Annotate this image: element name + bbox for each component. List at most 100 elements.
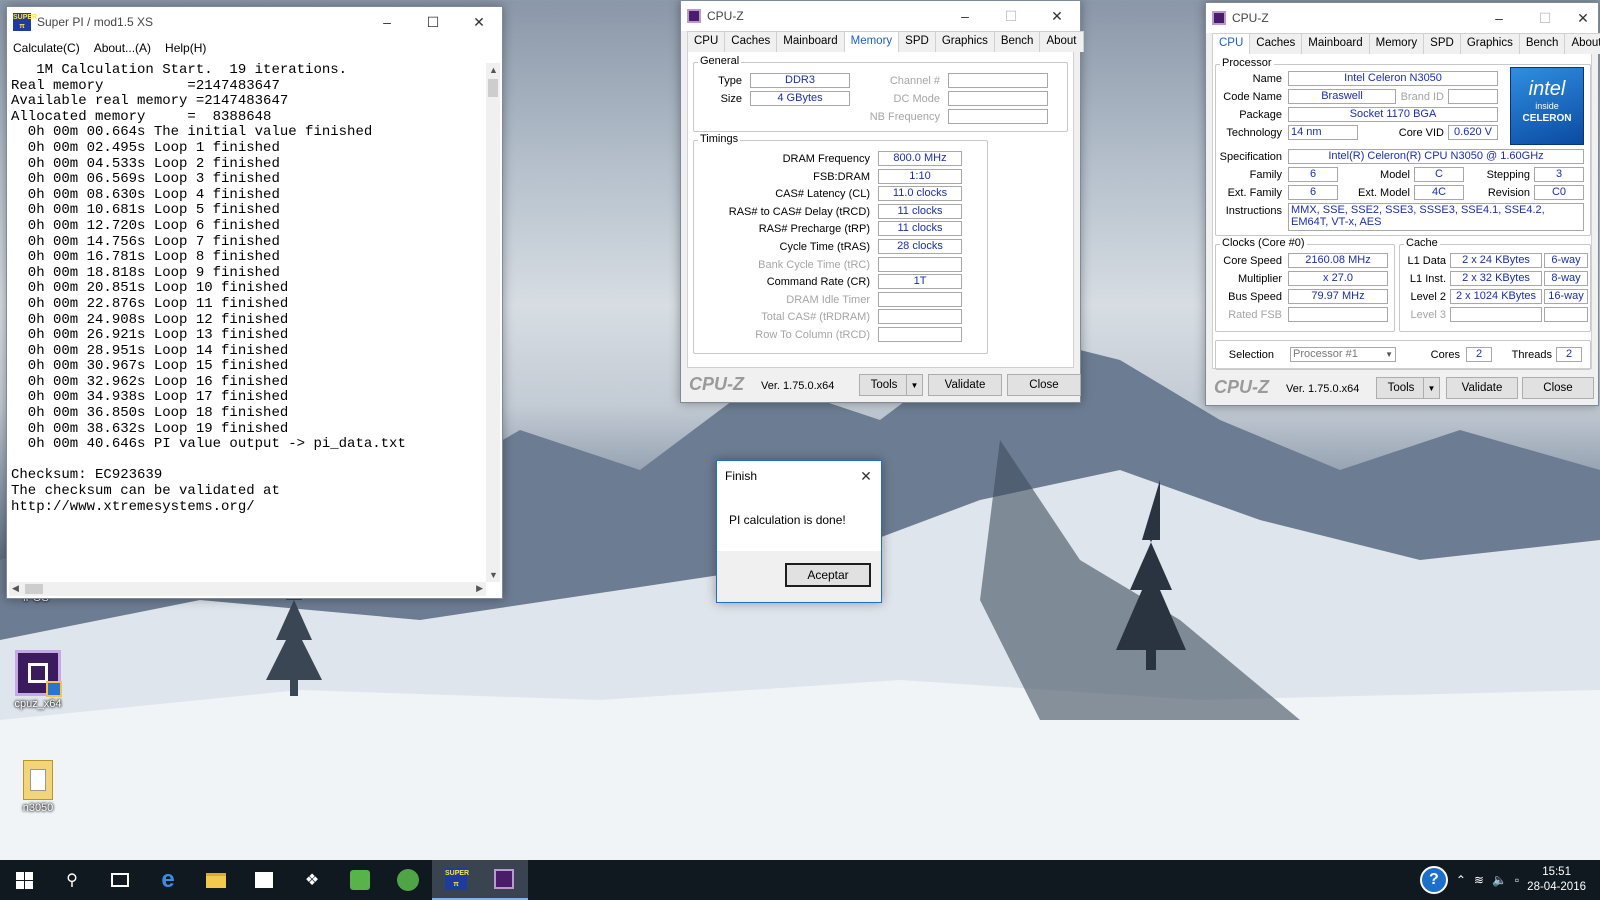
cpuz-memory-window[interactable]: CPU-Z – ☐ ✕ CPU Caches Mainboard Memory … xyxy=(680,0,1084,403)
tab-about[interactable]: About xyxy=(1039,31,1084,52)
validate-button[interactable]: Validate xyxy=(1446,377,1518,399)
maximize-button: ☐ xyxy=(1538,9,1552,26)
scroll-thumb[interactable] xyxy=(488,79,498,97)
scroll-left-icon[interactable]: ◀ xyxy=(12,583,19,594)
dialog-body: PI calculation is done! xyxy=(717,491,881,551)
dropbox-icon[interactable]: ❖ xyxy=(288,860,336,900)
scroll-thumb[interactable] xyxy=(25,584,43,594)
superpi-taskbar-button[interactable]: SUPER π xyxy=(432,860,480,900)
edge-icon[interactable]: e xyxy=(144,860,192,900)
close-button[interactable]: ✕ xyxy=(1568,3,1598,33)
instructions-value: MMX, SSE, SSE2, SSE3, SSSE3, SSE4.1, SSE… xyxy=(1288,203,1584,231)
processor-select[interactable]: Processor #1 ▼ xyxy=(1290,347,1396,362)
cpuz-tabs: CPU Caches Mainboard Memory SPD Graphics… xyxy=(687,31,1084,54)
timing-label: Command Rate (CR) xyxy=(766,276,870,289)
minimize-button[interactable]: – xyxy=(364,7,410,37)
notification-icon[interactable]: ▫ xyxy=(1515,873,1519,887)
file-explorer-icon[interactable] xyxy=(192,860,240,900)
close-button[interactable]: Close xyxy=(1007,374,1081,396)
tab-spd[interactable]: SPD xyxy=(1423,33,1461,54)
desktop-icon-cpuz[interactable]: cpuz_x64 xyxy=(8,650,68,710)
close-button[interactable]: ✕ xyxy=(1034,1,1080,31)
console-line: Real memory =2147483647 xyxy=(11,77,280,94)
clock[interactable]: 15:51 28-04-2016 xyxy=(1527,865,1586,895)
tab-graphics[interactable]: Graphics xyxy=(1459,33,1520,54)
dialog-titlebar[interactable]: Finish ✕ xyxy=(717,461,881,491)
menu-help[interactable]: Help(H) xyxy=(165,41,206,55)
console-line: 0h 00m 28.951s Loop 14 finished xyxy=(11,342,289,359)
store-icon[interactable] xyxy=(240,860,288,900)
superpi-titlebar[interactable]: SUPER π Super PI / mod1.5 XS – ☐ ✕ xyxy=(7,7,502,37)
scroll-right-icon[interactable]: ▶ xyxy=(476,583,483,594)
cpuz-logo: CPU-Z xyxy=(689,374,744,394)
scroll-up-icon[interactable]: ▲ xyxy=(489,65,498,75)
tab-cpu[interactable]: CPU xyxy=(1212,33,1251,56)
console-line: 0h 00m 16.781s Loop 8 finished xyxy=(11,249,280,266)
search-icon[interactable]: ⚲ xyxy=(48,860,96,900)
timing-label: Cycle Time (tRAS) xyxy=(779,241,870,253)
start-button[interactable] xyxy=(0,860,48,900)
evernote-icon[interactable] xyxy=(336,860,384,900)
chevron-down-icon[interactable]: ▼ xyxy=(906,375,922,395)
superpi-window[interactable]: SUPER π Super PI / mod1.5 XS – ☐ ✕ Calcul… xyxy=(6,6,503,599)
superpi-title: Super PI / mod1.5 XS xyxy=(37,15,154,29)
scroll-down-icon[interactable]: ▼ xyxy=(489,570,498,580)
tab-mainboard[interactable]: Mainboard xyxy=(1301,33,1370,54)
tab-cpu[interactable]: CPU xyxy=(687,31,726,52)
tools-button[interactable]: Tools ▼ xyxy=(859,374,923,396)
processor-group: Processor Name Intel Celeron N3050 Code … xyxy=(1215,57,1591,236)
ok-button[interactable]: Aceptar xyxy=(785,563,871,587)
console-line: 0h 00m 18.818s Loop 9 finished xyxy=(11,264,280,281)
maximize-button[interactable]: ☐ xyxy=(410,7,456,37)
menu-about[interactable]: About...(A) xyxy=(94,41,151,55)
tab-spd[interactable]: SPD xyxy=(898,31,936,52)
ratedfsb-value xyxy=(1288,307,1388,322)
validate-button[interactable]: Validate xyxy=(928,374,1002,396)
minimize-button[interactable]: – xyxy=(1476,3,1522,33)
corevid-value: 0.620 V xyxy=(1448,125,1498,140)
tab-memory[interactable]: Memory xyxy=(843,31,900,54)
cpuz-titlebar[interactable]: CPU-Z – ☐ ✕ xyxy=(1206,3,1598,33)
intel-celeron-logo: intel inside CELERON xyxy=(1510,67,1584,145)
cpuz-cpu-window[interactable]: CPU-Z – ☐ ✕ CPU Caches Mainboard Memory … xyxy=(1205,2,1600,406)
superpi-app-icon: SUPER π xyxy=(445,868,470,890)
desktop-icon-n3050[interactable]: n3050 xyxy=(8,760,68,814)
horizontal-scrollbar[interactable]: ◀ ▶ xyxy=(9,582,486,596)
tab-bench[interactable]: Bench xyxy=(993,31,1041,52)
cpuz-titlebar[interactable]: CPU-Z – ☐ ✕ xyxy=(681,1,1080,31)
console-line: 0h 00m 00.664s The initial value finishe… xyxy=(11,124,373,141)
close-button[interactable]: ✕ xyxy=(456,7,502,37)
tab-caches[interactable]: Caches xyxy=(1249,33,1303,54)
close-button[interactable]: ✕ xyxy=(851,461,881,491)
tripadvisor-icon[interactable] xyxy=(384,860,432,900)
timing-value: 1T xyxy=(878,274,962,290)
tab-graphics[interactable]: Graphics xyxy=(934,31,995,52)
memory-page: General Type DDR3 Size 4 GBytes Channel … xyxy=(687,52,1074,368)
vertical-scrollbar[interactable]: ▲ ▼ xyxy=(486,63,500,582)
volume-icon[interactable]: 🔈 xyxy=(1492,873,1507,887)
timing-label: Total CAS# (tRDRAM) xyxy=(761,311,870,324)
chevron-down-icon[interactable]: ▼ xyxy=(1423,378,1439,398)
tab-bench[interactable]: Bench xyxy=(1518,33,1566,54)
menu-calculate[interactable]: Calculate(C) xyxy=(13,41,80,55)
technology-value: 14 nm xyxy=(1288,125,1358,140)
close-button[interactable]: Close xyxy=(1522,377,1594,399)
wifi-icon[interactable]: ≋ xyxy=(1474,873,1484,887)
cpuz-taskbar-button[interactable] xyxy=(480,860,528,900)
tab-mainboard[interactable]: Mainboard xyxy=(776,31,845,52)
tab-caches[interactable]: Caches xyxy=(724,31,778,52)
chevron-up-icon[interactable]: ⌃ xyxy=(1456,873,1466,887)
console-line: 0h 00m 32.962s Loop 16 finished xyxy=(11,373,289,390)
tab-about[interactable]: About xyxy=(1564,33,1600,54)
timing-value: 11 clocks xyxy=(878,221,962,237)
cpuz-app-icon xyxy=(494,869,514,889)
task-view-icon[interactable] xyxy=(96,860,144,900)
tab-memory[interactable]: Memory xyxy=(1368,33,1425,54)
finish-dialog[interactable]: Finish ✕ PI calculation is done! Aceptar xyxy=(716,460,882,603)
multiplier-value: x 27.0 xyxy=(1288,271,1388,286)
tools-button[interactable]: Tools ▼ xyxy=(1376,377,1440,399)
help-icon[interactable]: ? xyxy=(1419,866,1448,894)
minimize-button[interactable]: – xyxy=(942,1,988,31)
chevron-down-icon[interactable]: ▼ xyxy=(1385,348,1393,361)
clocks-group: Clocks (Core #0) Core Speed 2160.08 MHz … xyxy=(1215,237,1395,332)
